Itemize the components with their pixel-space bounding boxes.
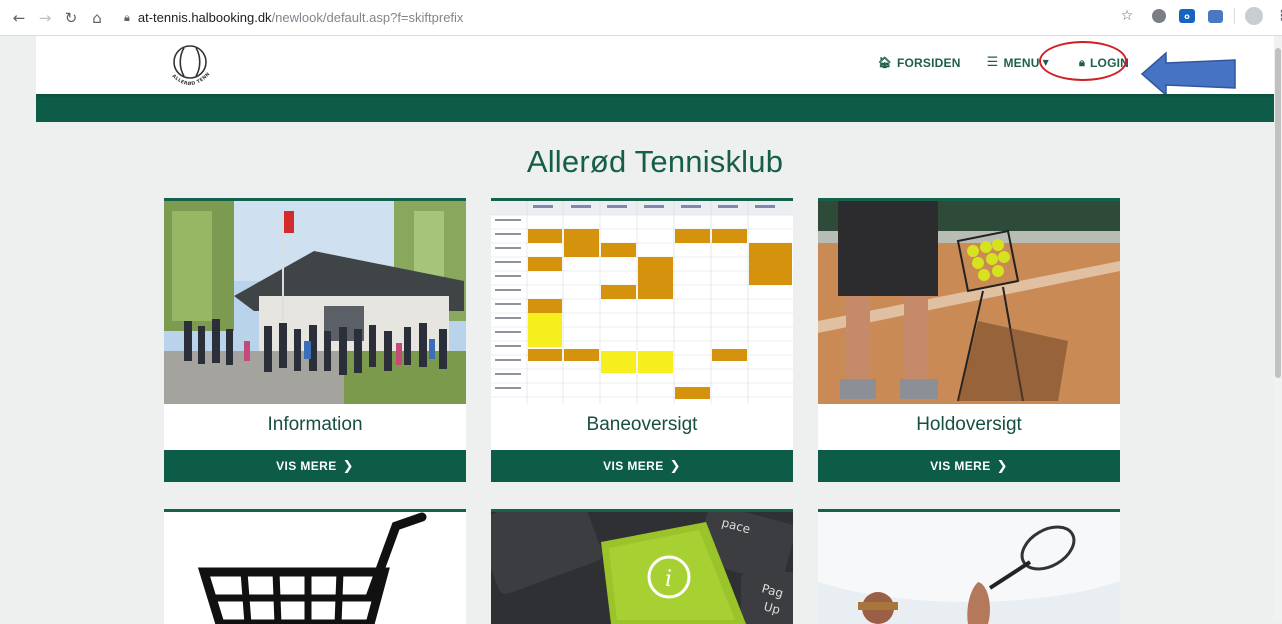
reload-icon[interactable]: ↻ bbox=[60, 7, 82, 29]
tennis-player-photo bbox=[818, 201, 1120, 404]
card-title: Information bbox=[267, 414, 363, 435]
nav-menu-label: MENU bbox=[1003, 55, 1040, 70]
card-title: Baneoversigt bbox=[586, 414, 698, 435]
vis-mere-label: VIS MERE bbox=[930, 459, 991, 473]
extension-bar: ☆ o ⋮ bbox=[1108, 7, 1282, 25]
hamburger-icon: ☰ bbox=[986, 55, 999, 70]
card-information[interactable]: Information VIS MERE ❯ bbox=[164, 198, 466, 482]
card-info-keyboard[interactable]: i pace Pag Up bbox=[491, 509, 793, 624]
chevron-right-icon: ❯ bbox=[996, 458, 1008, 474]
page-title: Allerød Tennisklub bbox=[526, 144, 784, 179]
vis-mere-label: VIS MERE bbox=[603, 459, 664, 473]
svg-text:i: i bbox=[665, 567, 672, 592]
vis-mere-button[interactable]: VIS MERE ❯ bbox=[818, 450, 1120, 482]
card-baneoversigt[interactable]: Baneoversigt VIS MERE ❯ bbox=[491, 198, 793, 482]
court-schedule-thumbnail bbox=[491, 201, 793, 404]
clubhouse-photo bbox=[164, 201, 466, 404]
login-highlight-circle bbox=[1039, 41, 1127, 81]
info-key-image: i pace Pag Up bbox=[491, 512, 793, 624]
profile-avatar-icon[interactable] bbox=[1245, 7, 1263, 25]
url-path: /newlook/default.asp?f=skiftprefix bbox=[271, 10, 464, 25]
hero-band bbox=[36, 94, 1274, 122]
vis-mere-button[interactable]: VIS MERE ❯ bbox=[491, 450, 793, 482]
nav-forsiden-label: FORSIDEN bbox=[896, 55, 961, 70]
tennis-racket-photo bbox=[818, 512, 1120, 624]
card-holdoversigt[interactable]: Holdoversigt VIS MERE ❯ bbox=[818, 198, 1120, 482]
lock-icon: 🔒︎ bbox=[124, 10, 130, 24]
card-tennis-racket[interactable] bbox=[818, 509, 1120, 624]
card-shop[interactable] bbox=[164, 509, 466, 624]
chat-extension-icon[interactable] bbox=[1206, 7, 1224, 25]
extension-icon[interactable] bbox=[1150, 7, 1168, 25]
vis-mere-button[interactable]: VIS MERE ❯ bbox=[164, 450, 466, 482]
back-icon[interactable]: ← bbox=[8, 7, 30, 29]
scrollbar-thumb[interactable] bbox=[1275, 48, 1281, 378]
pointer-arrow-annotation bbox=[1140, 51, 1236, 97]
address-bar[interactable]: 🔒︎ at-tennis.halbooking.dk/newlook/defau… bbox=[124, 6, 463, 30]
club-logo[interactable]: ALLERØD TENNISKLUB bbox=[164, 40, 216, 92]
url-host: at-tennis.halbooking.dk bbox=[137, 10, 272, 25]
card-title: Holdoversigt bbox=[916, 414, 1022, 435]
main-content: Allerød Tennisklub Information VIS MERE … bbox=[36, 122, 1274, 624]
shopping-cart-image bbox=[164, 512, 466, 624]
browser-toolbar: ← → ↻ ⌂ 🔒︎ at-tennis.halbooking.dk/newlo… bbox=[0, 0, 1282, 36]
more-vert-icon[interactable]: ⋮ bbox=[1273, 7, 1282, 25]
nav-forsiden[interactable]: 🏠︎ FORSIDEN bbox=[878, 56, 961, 70]
page-scrollbar[interactable] bbox=[1274, 36, 1282, 621]
chevron-right-icon: ❯ bbox=[342, 458, 354, 474]
home-icon[interactable]: ⌂ bbox=[86, 7, 108, 29]
star-icon[interactable]: ☆ bbox=[1118, 7, 1136, 25]
chevron-right-icon: ❯ bbox=[669, 458, 681, 474]
svg-text:ALLERØD TENNISKLUB: ALLERØD TENNISKLUB bbox=[164, 40, 211, 87]
toolbar-divider bbox=[1234, 8, 1235, 24]
forward-icon[interactable]: → bbox=[34, 7, 56, 29]
outlook-icon[interactable]: o bbox=[1178, 7, 1196, 25]
home-icon: 🏠︎ bbox=[877, 56, 892, 69]
vis-mere-label: VIS MERE bbox=[276, 459, 337, 473]
